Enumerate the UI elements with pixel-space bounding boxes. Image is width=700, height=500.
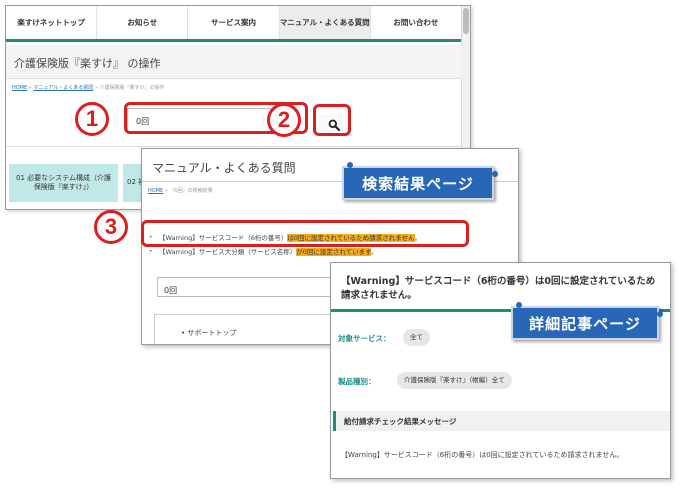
divider bbox=[6, 146, 462, 147]
result-highlight: は0回に設定されているため請求されません bbox=[287, 234, 415, 242]
callout-label: 検索結果ページ bbox=[362, 174, 474, 193]
breadcrumb-current: 『0回』の検索結果 bbox=[169, 188, 213, 194]
nav-item-services[interactable]: サービス案内 bbox=[188, 6, 280, 39]
nav-item-top[interactable]: 楽すけネットトップ bbox=[6, 6, 98, 39]
search-result-item[interactable]: • 【Warning】サービスコード（6桁の番号）は0回に設定されているため請求… bbox=[147, 231, 517, 245]
section-heading: 給付請求チェック結果メッセージ bbox=[333, 411, 670, 431]
callout-label: 詳細記事ページ bbox=[529, 314, 641, 333]
search-button[interactable] bbox=[319, 114, 349, 136]
sidebar-item-support-top[interactable]: • サポートトップ bbox=[181, 328, 236, 338]
result-text: 【Warning】サービス大分類（サービス名称） bbox=[159, 248, 297, 256]
nav-item-contact[interactable]: お問い合わせ bbox=[371, 6, 463, 39]
search-result-list: • 【Warning】サービスコード（6桁の番号）は0回に設定されているため請求… bbox=[147, 231, 517, 259]
nav-item-manual[interactable]: マニュアル・よくある質問 bbox=[279, 6, 371, 39]
breadcrumb-home[interactable]: HOME bbox=[12, 85, 27, 91]
breadcrumb: HOME » 『0回』の検索結果 bbox=[148, 187, 213, 194]
target-service-label: 対象サービス： bbox=[338, 334, 391, 343]
sidebar-item-label: サポートトップ bbox=[187, 329, 237, 337]
breadcrumb-separator: » bbox=[164, 188, 168, 194]
category-tile-system[interactable]: 01 必要なシステム構成（介護保険版『楽すけ』） bbox=[9, 164, 118, 202]
search-input[interactable] bbox=[128, 110, 270, 133]
step-2-marker: 2 bbox=[267, 103, 301, 137]
step-1-marker: 1 bbox=[75, 102, 109, 136]
result-text-suffix: 。 bbox=[371, 248, 378, 256]
article-message: 【Warning】サービスコード（6桁の番号）は0回に設定されているため請求され… bbox=[341, 451, 624, 459]
detail-article-screenshot: 【Warning】サービスコード（6桁の番号）は0回に設定されているため請求され… bbox=[330, 262, 671, 479]
page-title-bar: 介護保険版『楽すけ』 の操作 bbox=[6, 45, 462, 79]
result-text: 【Warning】サービスコード（6桁の番号） bbox=[159, 234, 288, 242]
bullet-icon: • bbox=[149, 248, 153, 255]
global-nav: 楽すけネットトップ お知らせ サービス案内 マニュアル・よくある質問 お問い合わ… bbox=[6, 6, 463, 42]
breadcrumb-separator: » bbox=[28, 85, 32, 91]
breadcrumb-separator: » bbox=[94, 85, 98, 91]
breadcrumb-manual[interactable]: マニュアル・よくある質問 bbox=[33, 85, 93, 91]
product-type-tag[interactable]: 介護保険版『楽すけ』（帳編）全て bbox=[397, 372, 512, 389]
detail-page-callout: 詳細記事ページ bbox=[511, 302, 663, 340]
target-service-tag[interactable]: 全て bbox=[403, 329, 430, 346]
scrollbar-thumb[interactable] bbox=[463, 8, 469, 34]
nav-item-news[interactable]: お知らせ bbox=[97, 6, 189, 39]
product-type-label: 製品種別： bbox=[338, 377, 376, 386]
search-box bbox=[127, 108, 271, 133]
result-highlight: が0回に設定されています bbox=[296, 248, 372, 256]
bullet-icon: • bbox=[149, 234, 153, 241]
search-results-callout: 検索結果ページ bbox=[342, 162, 498, 200]
search-result-item[interactable]: • 【Warning】サービス大分類（サービス名称）が0回に設定されています。 bbox=[147, 245, 517, 259]
page-title: 介護保険版『楽すけ』 の操作 bbox=[14, 57, 161, 70]
results-page-title: マニュアル・よくある質問 bbox=[152, 161, 296, 175]
breadcrumb-current: 介護保険版『楽すけ』の操作 bbox=[99, 85, 165, 91]
step-3-marker: 3 bbox=[94, 210, 128, 244]
result-text-suffix: 。 bbox=[414, 234, 422, 242]
section-heading-text: 給付請求チェック結果メッセージ bbox=[344, 417, 457, 426]
breadcrumb: HOME » マニュアル・よくある質問 » 介護保険版『楽すけ』の操作 bbox=[12, 84, 165, 91]
breadcrumb-home[interactable]: HOME bbox=[148, 188, 163, 194]
search-icon bbox=[328, 119, 340, 131]
article-title: 【Warning】サービスコード（6桁の番号）は0回に設定されているため請求され… bbox=[341, 276, 656, 301]
